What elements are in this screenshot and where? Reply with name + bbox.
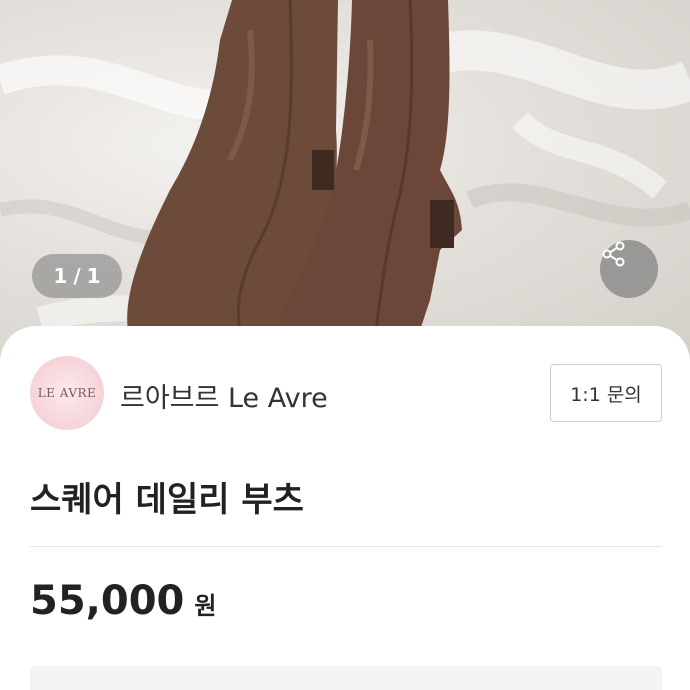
pager-total: 1	[86, 264, 101, 288]
pager-separator: /	[73, 264, 81, 288]
product-title: 스퀘어 데일리 부츠	[30, 480, 304, 520]
inquiry-button[interactable]: 1:1 문의	[550, 364, 662, 422]
price-value: 55,000	[30, 578, 185, 624]
share-button[interactable]	[600, 240, 658, 298]
seller-logo-text: LE AVRE	[37, 386, 97, 400]
price-currency: 원	[194, 592, 217, 620]
product-image[interactable]: 1 / 1	[0, 0, 690, 360]
product-info-sheet: LE AVRE 르아브르 Le Avre 1:1 문의 스퀘어 데일리 부츠 5…	[0, 326, 690, 690]
option-panel	[30, 666, 662, 690]
seller-logo[interactable]: LE AVRE	[30, 356, 104, 430]
boots-photo	[0, 0, 690, 333]
image-pager: 1 / 1	[32, 254, 122, 298]
share-icon	[602, 241, 625, 267]
pager-current: 1	[53, 264, 68, 288]
price-row: 55,000 원	[30, 578, 216, 624]
seller-name[interactable]: 르아브르 Le Avre	[120, 376, 328, 415]
seller-row: LE AVRE 르아브르 Le Avre 1:1 문의	[30, 356, 662, 432]
divider	[30, 546, 662, 547]
